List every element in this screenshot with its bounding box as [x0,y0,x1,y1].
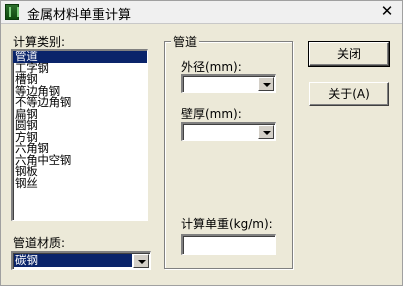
wall-thickness-value [184,125,185,138]
close-button[interactable]: 关闭 [308,41,390,67]
title-bar[interactable]: 金属材料单重计算 ✕ [1,1,402,23]
pipe-material-select[interactable]: 碳钢 [11,251,151,270]
title-divider [1,23,402,24]
chevron-down-icon[interactable] [133,254,149,268]
unit-weight-label: 计算单重(kg/m): [181,217,273,231]
about-button[interactable]: 关于(A) [309,82,389,106]
chevron-down-icon[interactable] [258,77,274,91]
app-icon [5,4,19,20]
pipe-material-label: 管道材质: [13,236,66,250]
outer-diameter-value [184,77,185,90]
wall-thickness-select[interactable] [181,122,276,141]
pipe-group-title: 管道 [171,33,200,50]
window-title: 金属材料单重计算 [27,8,132,23]
wall-thickness-label: 壁厚(mm): [181,107,242,121]
pipe-material-value: 碳钢 [14,254,132,267]
material-listbox[interactable]: 管道 工字钢 槽钢 等边角钢 不等边角钢 扁钢 圆钢 方钢 六角钢 六角中空钢 … [11,49,148,221]
chevron-down-icon[interactable] [258,125,274,139]
unit-weight-field[interactable] [181,234,276,255]
list-item-steel-wire[interactable]: 钢丝 [13,177,147,190]
material-list-label: 计算类别: [13,35,66,49]
outer-diameter-select[interactable] [181,74,276,93]
close-window-icon[interactable]: ✕ [373,1,401,22]
calculator-window: 金属材料单重计算 ✕ 计算类别: 管道 工字钢 槽钢 等边角钢 不等边角钢 扁钢… [0,0,403,286]
outer-diameter-label: 外径(mm): [181,60,242,74]
